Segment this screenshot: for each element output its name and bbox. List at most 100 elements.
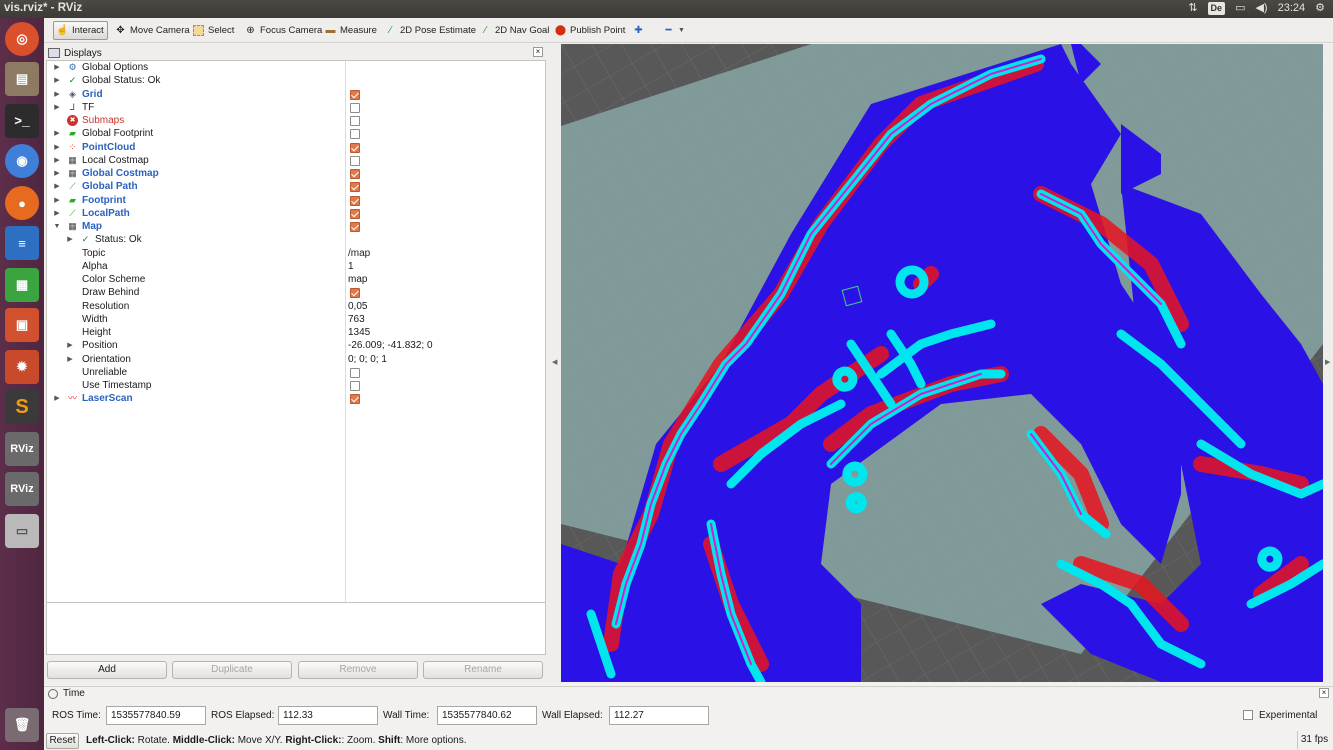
display-enable-checkbox[interactable]	[350, 142, 360, 153]
expand-right-icon[interactable]: ▶	[53, 101, 61, 114]
display-row[interactable]: Alpha 1	[47, 260, 545, 273]
display-row[interactable]: ✖ Submaps	[47, 114, 545, 127]
wall-elapsed-field[interactable]: 112.27	[609, 706, 709, 725]
display-row[interactable]: ▶ ⁘ PointCloud	[47, 141, 545, 154]
display-row[interactable]: ▶ ⟋ Global Path	[47, 180, 545, 193]
clock[interactable]: 23:24	[1278, 1, 1306, 15]
settings-icon[interactable]: ✹	[5, 350, 39, 384]
display-row[interactable]: ▶ ▦ Local Costmap	[47, 154, 545, 167]
rviz-icon[interactable]: RViz	[5, 432, 39, 466]
chromium-icon[interactable]: ◉	[5, 144, 39, 178]
ros-elapsed-field[interactable]: 112.33	[278, 706, 378, 725]
nav-goal-tool-button[interactable]: ⁄ 2D Nav Goal	[477, 21, 552, 40]
pose-estimate-tool-button[interactable]: ⁄ 2D Pose Estimate	[382, 21, 479, 40]
display-row[interactable]: Unreliable	[47, 366, 545, 379]
ros-time-field[interactable]: 1535577840.59	[106, 706, 206, 725]
display-enable-checkbox[interactable]	[350, 195, 360, 206]
property-value[interactable]: 763	[348, 313, 365, 326]
ubuntu-logo-icon[interactable]: ◎	[5, 22, 39, 56]
chevron-right-icon[interactable]: ▶	[1325, 358, 1330, 366]
property-value[interactable]: 0,05	[348, 300, 367, 313]
sublime-icon[interactable]: S	[5, 390, 39, 424]
display-enable-checkbox[interactable]	[350, 381, 360, 391]
display-enable-checkbox[interactable]	[350, 222, 360, 232]
interact-tool-button[interactable]: ☝ Interact	[53, 21, 108, 40]
display-row[interactable]: ▶ ⟋ LocalPath	[47, 207, 545, 220]
terminal-icon[interactable]: >_	[5, 104, 39, 138]
focus-camera-tool-button[interactable]: ⊕ Focus Camera	[242, 21, 325, 40]
display-row[interactable]: Height 1345	[47, 326, 545, 339]
expand-right-icon[interactable]: ▶	[53, 392, 61, 405]
remove-tool-button[interactable]: ━ ▼	[660, 21, 688, 40]
expand-right-icon[interactable]: ▶	[53, 154, 61, 167]
firefox-icon[interactable]: ●	[5, 186, 39, 220]
display-enable-checkbox[interactable]	[350, 208, 360, 219]
expand-right-icon[interactable]: ▶	[66, 233, 74, 246]
remove-display-button[interactable]: Remove	[298, 661, 418, 679]
display-row[interactable]: ▶ ▰ Global Footprint	[47, 127, 545, 140]
display-enable-checkbox[interactable]	[350, 169, 360, 179]
display-enable-checkbox[interactable]	[350, 116, 360, 126]
close-icon[interactable]: ×	[1319, 688, 1329, 698]
reset-button[interactable]: Reset	[46, 733, 79, 749]
display-row[interactable]: ▶ ◈ Grid	[47, 88, 545, 101]
display-row[interactable]: ▼ ▦ Map	[47, 220, 545, 233]
expand-right-icon[interactable]: ▶	[66, 353, 74, 366]
left-splitter[interactable]: ◀	[547, 44, 561, 684]
property-value[interactable]: 1345	[348, 326, 370, 339]
display-row[interactable]: Width 763	[47, 313, 545, 326]
add-tool-button[interactable]: ✚	[630, 21, 647, 40]
rviz-icon[interactable]: RViz	[5, 472, 39, 506]
display-row[interactable]: Color Scheme map	[47, 273, 545, 286]
display-row[interactable]: ▶ ▦ Global Costmap	[47, 167, 545, 180]
display-enable-checkbox[interactable]	[350, 155, 360, 166]
expand-right-icon[interactable]: ▶	[53, 167, 61, 180]
expand-right-icon[interactable]: ▶	[53, 141, 61, 154]
wall-time-field[interactable]: 1535577840.62	[437, 706, 537, 725]
display-enable-checkbox[interactable]	[350, 129, 360, 140]
writer-icon[interactable]: ≡	[5, 226, 39, 260]
display-enable-checkbox[interactable]	[350, 367, 360, 378]
duplicate-display-button[interactable]: Duplicate	[172, 661, 292, 679]
experimental-checkbox[interactable]	[1243, 710, 1253, 720]
property-value[interactable]: 1	[348, 260, 354, 273]
select-tool-button[interactable]: Select	[190, 21, 237, 40]
display-row[interactable]: ▶ Position -26.009; -41.832; 0	[47, 339, 545, 352]
render-viewport[interactable]	[561, 44, 1323, 682]
display-row[interactable]: Draw Behind	[47, 286, 545, 299]
files-icon[interactable]: ▤	[5, 62, 39, 96]
display-row[interactable]: ▶ Orientation 0; 0; 0; 1	[47, 353, 545, 366]
property-value[interactable]: map	[348, 273, 367, 286]
display-row[interactable]: ▶ ✓ Status: Ok	[47, 233, 545, 246]
display-row[interactable]: ▶ ▰ Footprint	[47, 194, 545, 207]
display-enable-checkbox[interactable]	[350, 394, 360, 405]
property-value[interactable]: /map	[348, 247, 370, 260]
display-row[interactable]: ▶ ⅃ TF	[47, 101, 545, 114]
expand-right-icon[interactable]: ▶	[53, 61, 61, 74]
publish-point-tool-button[interactable]: ⬤ Publish Point	[552, 21, 628, 40]
right-splitter[interactable]: ▶	[1323, 44, 1333, 684]
display-enable-checkbox[interactable]	[350, 182, 360, 193]
chevron-left-icon[interactable]: ◀	[552, 358, 557, 366]
expand-right-icon[interactable]: ▶	[66, 339, 74, 352]
expand-down-icon[interactable]: ▼	[53, 220, 61, 233]
close-icon[interactable]: ×	[533, 47, 543, 57]
display-row[interactable]: ▶ ⚙ Global Options	[47, 61, 545, 74]
expand-right-icon[interactable]: ▶	[53, 207, 61, 220]
drive-icon[interactable]: ▭	[5, 514, 39, 548]
expand-right-icon[interactable]: ▶	[53, 127, 61, 140]
gear-icon[interactable]: ⚙	[1315, 1, 1325, 15]
battery-icon[interactable]: ▭	[1235, 1, 1245, 15]
displays-tree[interactable]: ▶ ⚙ Global Options ▶ ✓ Global Status: Ok ▶ ◈ Gri…	[46, 60, 546, 643]
expand-right-icon[interactable]: ▶	[53, 180, 61, 193]
display-row[interactable]: Use Timestamp	[47, 379, 545, 392]
display-row[interactable]: Topic/map	[47, 247, 545, 260]
display-row[interactable]: ▶ ✓ Global Status: Ok	[47, 74, 545, 87]
display-enable-checkbox[interactable]	[350, 288, 360, 299]
network-icon[interactable]: ⇅	[1188, 1, 1197, 15]
measure-tool-button[interactable]: ▬ Measure	[322, 21, 380, 40]
display-enable-checkbox[interactable]	[350, 89, 360, 100]
expand-right-icon[interactable]: ▶	[53, 194, 61, 207]
trash-icon[interactable]: 🗑	[5, 708, 39, 742]
impress-icon[interactable]: ▣	[5, 308, 39, 342]
